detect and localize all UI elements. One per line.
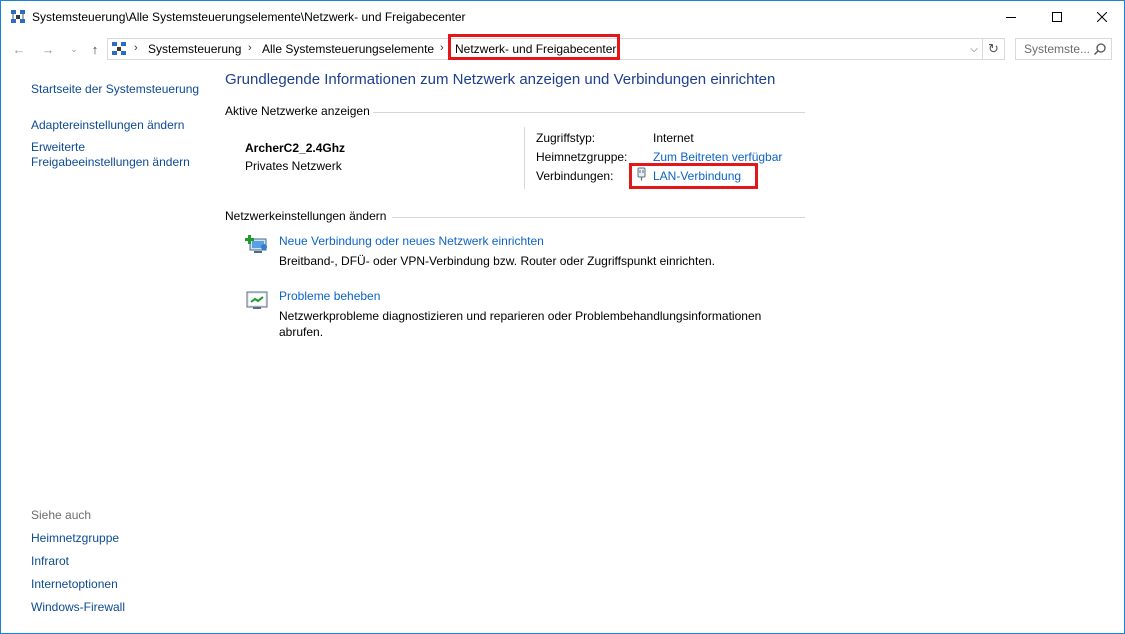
arrow-left-icon: ←	[12, 41, 26, 57]
arrow-up-icon: ↑	[91, 41, 99, 57]
chevron-right-icon[interactable]: ›	[440, 42, 444, 54]
homegroup-join-link[interactable]: Zum Beitreten verfügbar	[653, 150, 782, 164]
task-desc-new-connection: Breitband-, DFÜ- oder VPN-Verbindung bzw…	[279, 254, 715, 268]
network-sharing-center-window: Systemsteuerung\Alle Systemsteuerungsele…	[0, 0, 1125, 634]
see-also-label: Siehe auch	[31, 508, 92, 522]
forward-button[interactable]: →	[39, 40, 57, 58]
recent-locations-button[interactable]: ⌄	[65, 40, 83, 58]
search-placeholder: Systemste...	[1024, 42, 1091, 56]
access-type-label: Zugriffstyp:	[536, 131, 596, 145]
back-button[interactable]: ←	[10, 40, 28, 58]
highlight-box-breadcrumb	[448, 34, 620, 60]
breadcrumb-alle-elemente[interactable]: Alle Systemsteuerungselemente	[262, 42, 434, 56]
close-icon	[1097, 11, 1107, 22]
control-panel-icon	[11, 10, 25, 23]
sidebar-link-adapter-settings[interactable]: Adaptereinstellungen ändern	[31, 118, 184, 133]
maximize-icon	[1052, 11, 1062, 22]
see-also-link-firewall[interactable]: Windows-Firewall	[31, 600, 125, 615]
task-link-troubleshoot[interactable]: Probleme beheben	[279, 289, 380, 303]
homegroup-label: Heimnetzgruppe:	[536, 150, 628, 164]
ethernet-icon	[636, 167, 647, 184]
refresh-icon: ↻	[988, 41, 999, 56]
section-divider	[373, 112, 805, 113]
minimize-button[interactable]	[988, 1, 1034, 32]
chevron-right-icon[interactable]: ›	[248, 42, 252, 54]
sidebar-link-home[interactable]: Startseite der Systemsteuerung	[31, 82, 199, 97]
see-also-link-homegroup[interactable]: Heimnetzgruppe	[31, 531, 119, 546]
sidebar-link-advanced-line2[interactable]: Freigabeeinstellungen ändern	[31, 155, 190, 170]
page-title: Grundlegende Informationen zum Netzwerk …	[225, 71, 776, 88]
see-also-link-infrared[interactable]: Infrarot	[31, 554, 69, 569]
network-type: Privates Netzwerk	[245, 159, 342, 173]
minimize-icon	[1006, 16, 1016, 18]
section-heading-active-networks: Aktive Netzwerke anzeigen	[225, 104, 370, 118]
chevron-right-icon[interactable]: ›	[134, 42, 138, 54]
title-bar: Systemsteuerung\Alle Systemsteuerungsele…	[1, 1, 1124, 32]
refresh-button[interactable]: ↻	[983, 38, 1005, 60]
section-divider	[392, 217, 805, 218]
section-heading-change-settings: Netzwerkeinstellungen ändern	[225, 209, 387, 223]
breadcrumb-systemsteuerung[interactable]: Systemsteuerung	[148, 42, 241, 56]
arrow-right-icon: →	[41, 41, 55, 57]
maximize-button[interactable]	[1034, 1, 1080, 32]
search-input[interactable]: Systemste...	[1015, 38, 1112, 60]
vertical-divider	[524, 127, 525, 189]
network-name: ArcherC2_2.4Ghz	[245, 141, 346, 155]
up-button[interactable]: ↑	[86, 40, 104, 58]
troubleshoot-icon	[246, 291, 268, 309]
connections-label: Verbindungen:	[536, 169, 614, 183]
control-panel-icon	[112, 42, 126, 55]
sidebar-link-advanced-sharing[interactable]: Erweiterte Freigabeeinstellungen ändern	[31, 140, 190, 170]
new-connection-icon	[245, 235, 267, 253]
lan-connection-link[interactable]: LAN-Verbindung	[653, 169, 741, 183]
close-button[interactable]	[1079, 1, 1125, 32]
chevron-down-icon[interactable]: ⌵	[966, 41, 982, 57]
sidebar-link-advanced-line1[interactable]: Erweiterte	[31, 140, 190, 155]
task-desc-troubleshoot: Netzwerkprobleme diagnostizieren und rep…	[279, 309, 762, 339]
task-link-new-connection[interactable]: Neue Verbindung oder neues Netzwerk einr…	[279, 234, 544, 248]
see-also-link-internet-options[interactable]: Internetoptionen	[31, 577, 118, 592]
access-type-value: Internet	[653, 131, 694, 145]
chevron-down-icon: ⌄	[70, 43, 78, 54]
window-title: Systemsteuerung\Alle Systemsteuerungsele…	[32, 10, 466, 24]
search-icon	[1093, 43, 1106, 56]
